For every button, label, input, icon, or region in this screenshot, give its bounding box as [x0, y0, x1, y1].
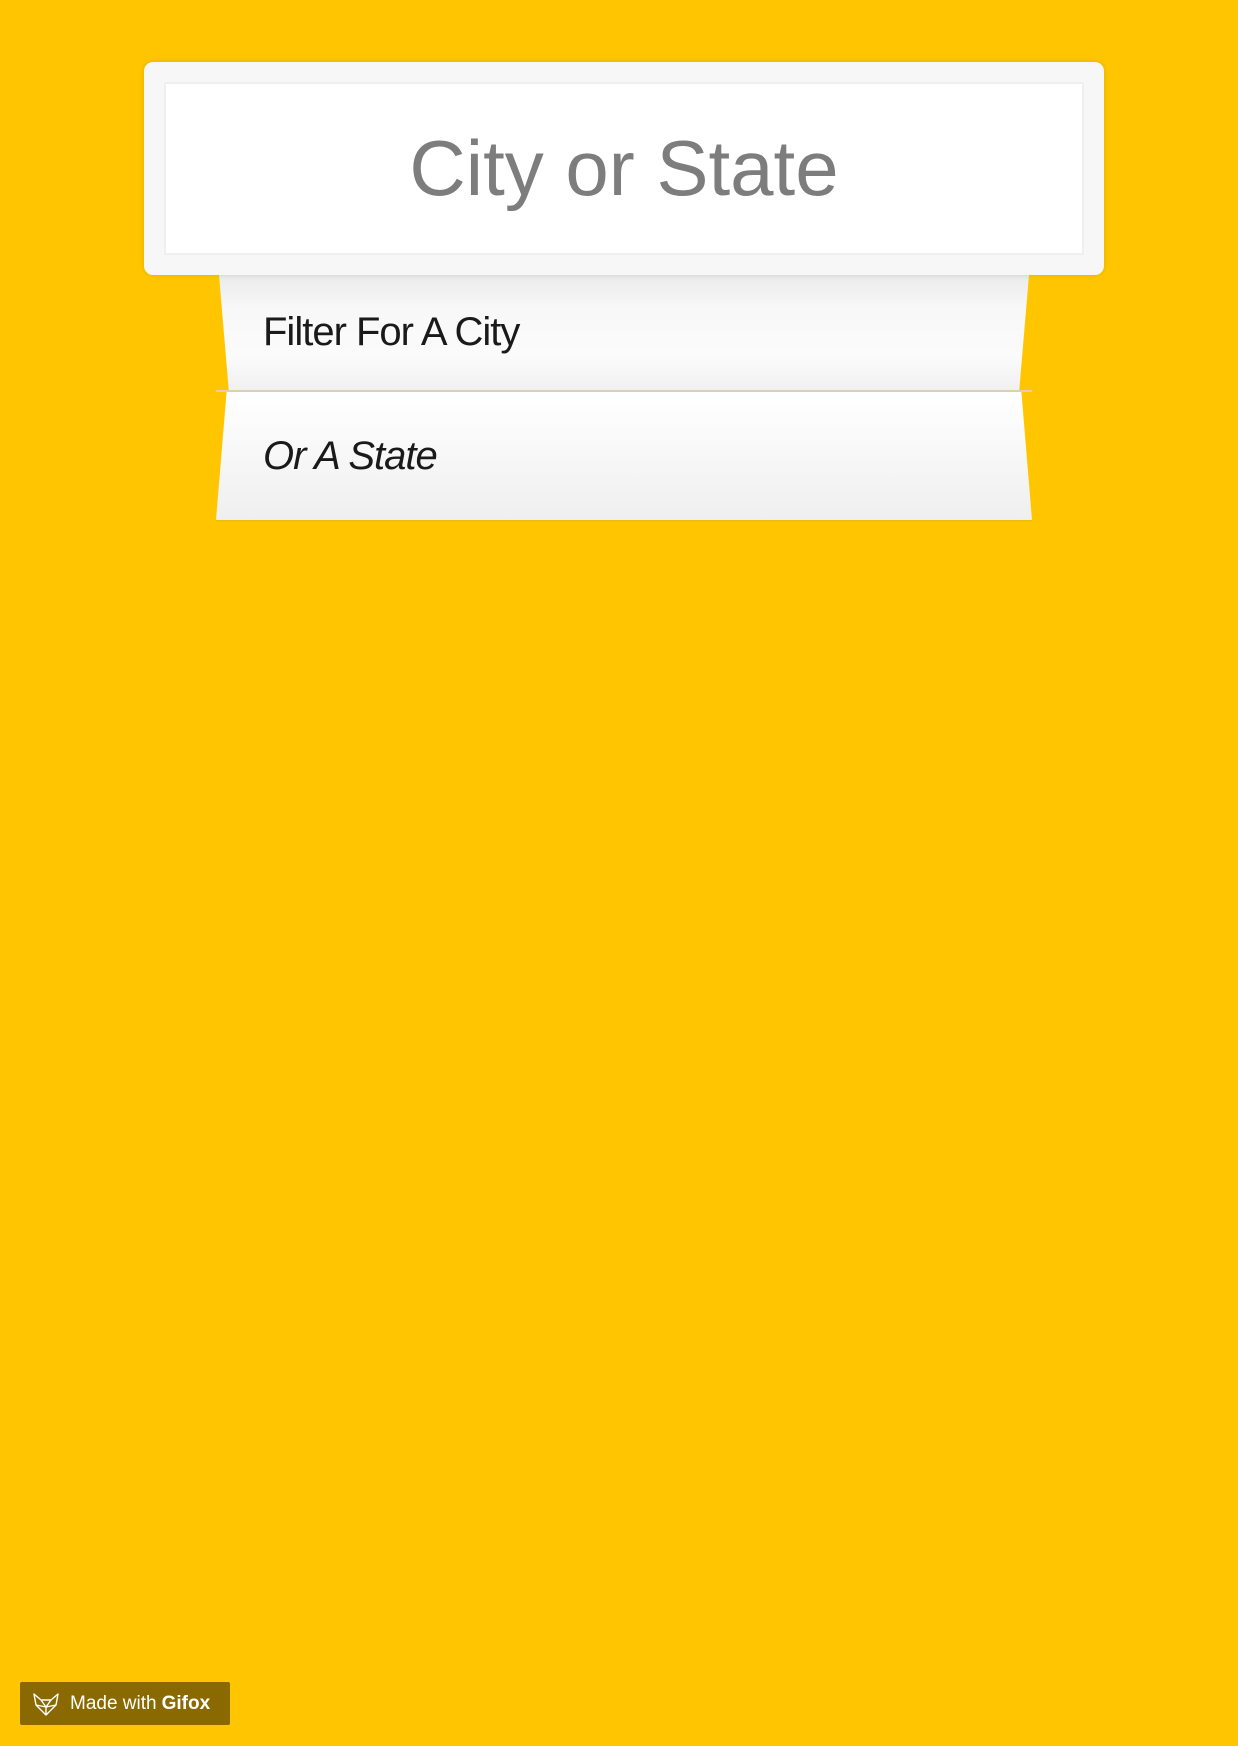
gifox-watermark: Made with Gifox: [20, 1682, 230, 1725]
suggestion-label: Or A State: [263, 433, 438, 478]
suggestion-label: Filter For A City: [263, 310, 520, 354]
suggestion-item-state[interactable]: Or A State: [216, 390, 1032, 520]
suggestion-item-city[interactable]: Filter For A City: [219, 275, 1029, 390]
fox-logo-icon: [33, 1692, 59, 1716]
watermark-brand: Gifox: [161, 1692, 211, 1714]
search-input[interactable]: [164, 82, 1084, 255]
watermark-made-with: Made with: [70, 1692, 157, 1714]
search-form: [144, 62, 1104, 275]
